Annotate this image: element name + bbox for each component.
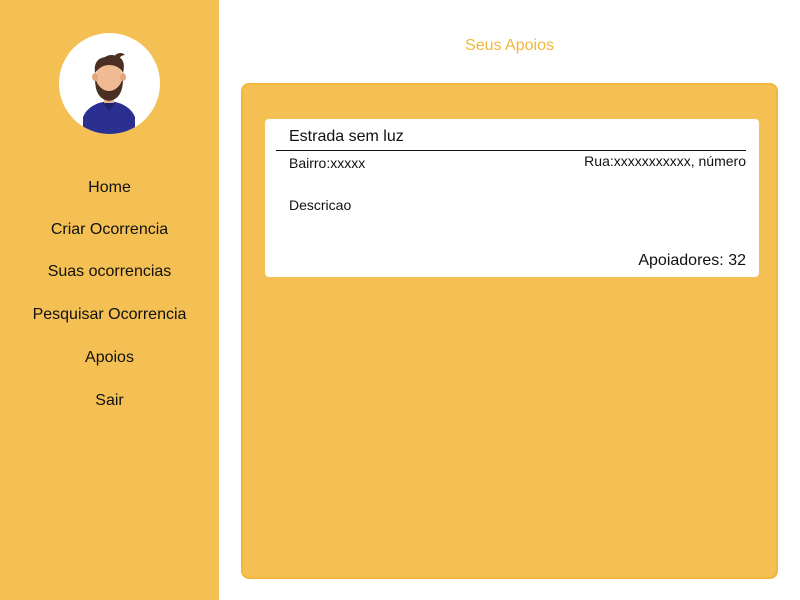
card-supporters-count: Apoiadores: 32 xyxy=(638,252,746,269)
sidebar-item-suas-ocorrencias[interactable]: Suas ocorrencias xyxy=(0,262,219,282)
avatar[interactable] xyxy=(59,33,160,134)
card-divider xyxy=(276,150,746,151)
card-bairro: Bairro:xxxxx xyxy=(289,155,366,171)
page-title: Seus Apoios xyxy=(465,37,554,54)
sidebar: Home Criar Ocorrencia Suas ocorrencias P… xyxy=(0,0,219,600)
sidebar-item-apoios[interactable]: Apoios xyxy=(0,348,219,368)
card-title: Estrada sem luz xyxy=(289,128,404,145)
sidebar-item-pesquisar-ocorrencia[interactable]: Pesquisar Ocorrencia xyxy=(0,305,219,325)
card-rua: Rua:xxxxxxxxxxx, número xyxy=(584,153,746,169)
user-avatar-icon xyxy=(83,53,135,134)
sidebar-item-criar-ocorrencia[interactable]: Criar Ocorrencia xyxy=(0,220,219,240)
card-description: Descricao xyxy=(289,197,352,213)
occurrence-card[interactable]: Estrada sem luz Bairro:xxxxx Rua:xxxxxxx… xyxy=(265,119,759,277)
sidebar-item-home[interactable]: Home xyxy=(0,178,219,198)
sidebar-item-sair[interactable]: Sair xyxy=(0,391,219,411)
